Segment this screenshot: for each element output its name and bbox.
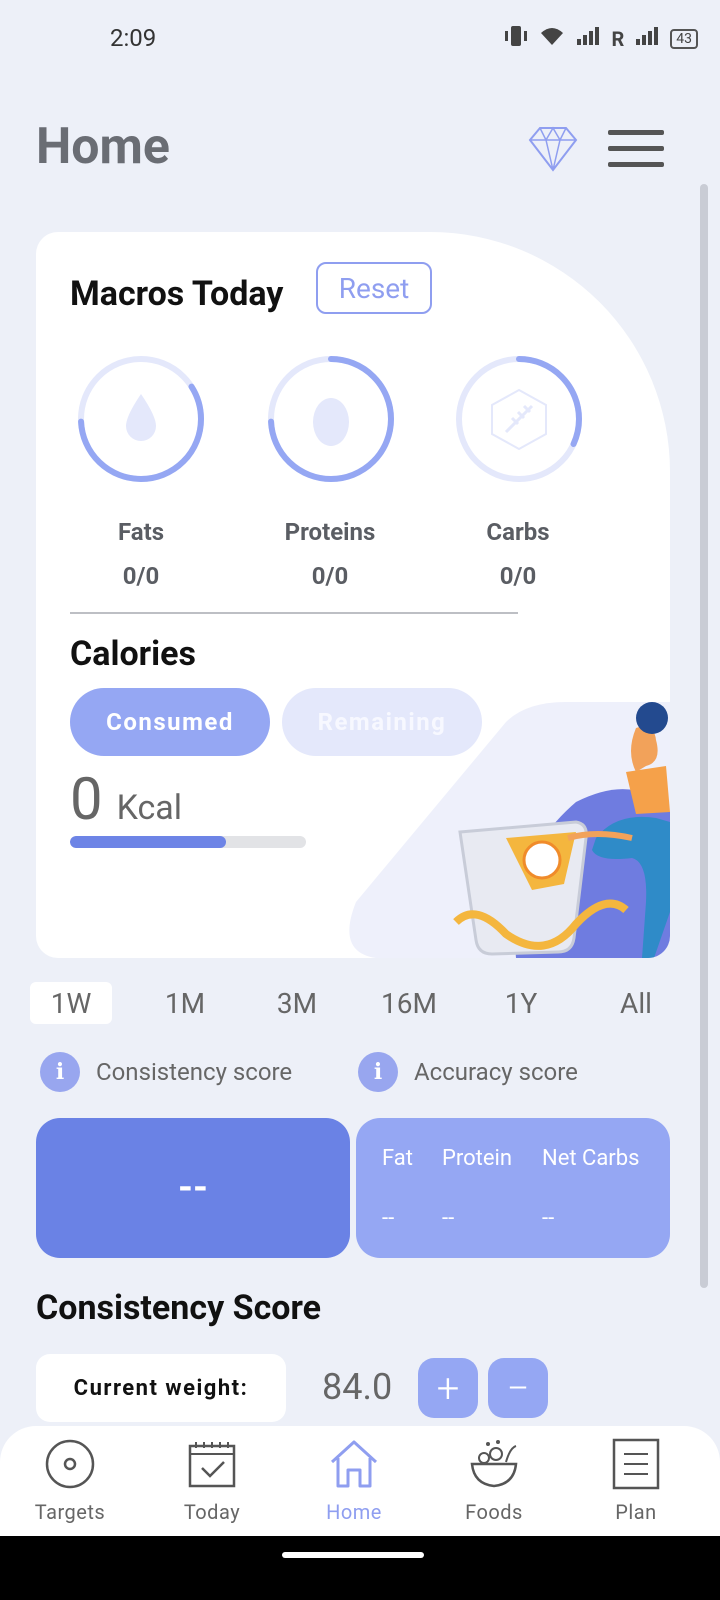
nav-today[interactable]: Today	[152, 1436, 272, 1536]
proteins-value: 0/0	[311, 562, 349, 590]
status-time: 2:09	[110, 24, 157, 52]
info-icon[interactable]: i	[358, 1052, 398, 1092]
status-bar: 2:09 R 43	[0, 0, 720, 80]
status-icons: R 43	[503, 24, 698, 53]
kcal-progress-fill	[70, 836, 226, 848]
accuracy-info[interactable]: i Accuracy score	[358, 1052, 578, 1092]
nav-plan-label: Plan	[615, 1500, 657, 1524]
egg-icon	[313, 398, 349, 446]
scrollbar[interactable]	[700, 184, 708, 1288]
nav-targets-label: Targets	[34, 1500, 106, 1524]
weight-increase-button[interactable]: +	[418, 1358, 478, 1418]
nav-foods-label: Foods	[465, 1500, 523, 1524]
consumed-toggle[interactable]: Consumed	[70, 688, 270, 756]
tab-1y[interactable]: 1Y	[478, 982, 564, 1024]
wifi-icon	[539, 25, 565, 52]
current-weight-value[interactable]: 84.0	[322, 1366, 392, 1408]
range-tabs: 1W 1M 3M 16M 1Y All	[30, 982, 690, 1024]
protein-label: Protein	[442, 1146, 513, 1171]
page-title: Home	[36, 118, 170, 176]
proteins-ring[interactable]	[266, 354, 396, 484]
target-icon	[42, 1436, 98, 1492]
tab-1m[interactable]: 1M	[142, 982, 228, 1024]
consistency-score-title: Consistency Score	[36, 1288, 321, 1328]
tab-1w[interactable]: 1W	[30, 982, 112, 1024]
menu-button[interactable]	[608, 130, 664, 170]
bottom-navigation: Targets Today Home Foods Plan	[0, 1426, 720, 1536]
roaming-indicator: R	[611, 26, 625, 51]
nav-foods[interactable]: Foods	[434, 1436, 554, 1536]
nav-plan[interactable]: Plan	[576, 1436, 696, 1536]
system-gesture-bar	[0, 1536, 720, 1600]
reset-button[interactable]: Reset	[316, 262, 432, 314]
macros-card: Macros Today Reset Fats 0/0 Proteins 0/0	[36, 232, 670, 958]
kcal-value: 0	[70, 766, 103, 834]
macros-title: Macros Today	[70, 274, 284, 314]
info-icon[interactable]: i	[40, 1052, 80, 1092]
yoga-scale-illustration	[349, 702, 670, 958]
wheat-icon	[491, 388, 547, 451]
kcal-readout: 0 Kcal	[70, 766, 182, 834]
nav-home-label: Home	[326, 1500, 382, 1524]
home-icon	[326, 1436, 382, 1492]
kcal-progress-bar	[70, 836, 306, 848]
consistency-score-label: Consistency score	[96, 1058, 293, 1086]
nav-targets[interactable]: Targets	[10, 1436, 130, 1536]
tab-16m[interactable]: 16M	[366, 982, 452, 1024]
plan-list-icon	[608, 1436, 664, 1492]
carbs-label: Carbs	[486, 518, 550, 546]
premium-diamond-button[interactable]	[528, 126, 578, 172]
hamburger-icon	[608, 130, 664, 135]
nav-home[interactable]: Home	[294, 1436, 414, 1536]
calendar-check-icon	[184, 1436, 240, 1492]
divider	[70, 612, 518, 614]
calories-title: Calories	[70, 634, 196, 674]
consistency-score-card[interactable]: --	[36, 1118, 350, 1258]
drop-icon	[126, 394, 156, 441]
proteins-label: Proteins	[284, 518, 376, 546]
carbs-value: 0/0	[499, 562, 537, 590]
kcal-unit: Kcal	[116, 788, 183, 828]
tab-3m[interactable]: 3M	[254, 982, 340, 1024]
signal-icon-2	[634, 25, 660, 52]
vibrate-icon	[503, 24, 529, 53]
carbs-ring[interactable]	[454, 354, 584, 484]
home-gesture-handle[interactable]	[282, 1552, 424, 1558]
fat-value: --	[382, 1206, 395, 1231]
nav-today-label: Today	[183, 1500, 241, 1524]
diamond-icon	[528, 126, 578, 172]
fat-label: Fat	[382, 1146, 413, 1171]
net-carbs-value: --	[542, 1206, 555, 1231]
battery-icon: 43	[670, 28, 698, 49]
fats-label: Fats	[117, 518, 165, 546]
salad-bowl-icon	[466, 1436, 522, 1492]
weight-decrease-button[interactable]: −	[488, 1358, 548, 1418]
tab-all[interactable]: All	[596, 982, 676, 1024]
current-weight-label: Current weight:	[36, 1354, 286, 1422]
signal-icon	[575, 25, 601, 52]
net-carbs-label: Net Carbs	[542, 1146, 640, 1171]
accuracy-score-label: Accuracy score	[414, 1058, 578, 1086]
fats-value: 0/0	[122, 562, 160, 590]
fats-ring[interactable]	[76, 354, 206, 484]
protein-value: --	[442, 1206, 455, 1231]
accuracy-score-card[interactable]: Fat -- Protein -- Net Carbs --	[356, 1118, 670, 1258]
consistency-info[interactable]: i Consistency score	[40, 1052, 292, 1092]
